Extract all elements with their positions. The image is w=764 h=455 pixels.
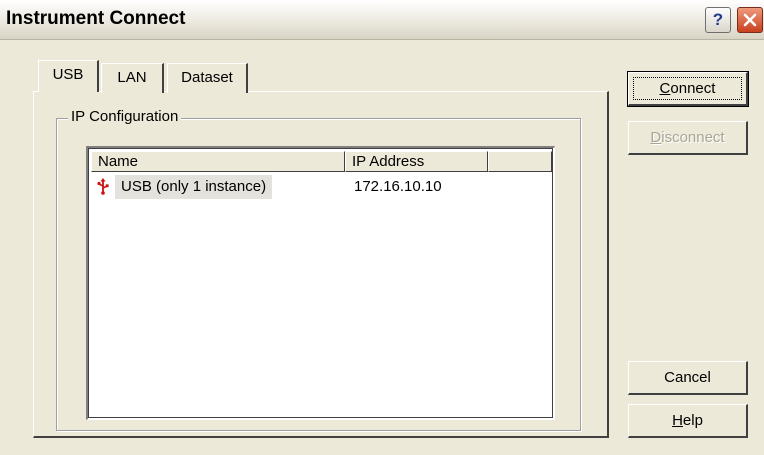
help-button[interactable]: Help xyxy=(628,404,748,438)
instrument-list[interactable]: Name IP Address USB (only 1 instance) 17… xyxy=(86,146,555,420)
focus-rectangle xyxy=(633,77,742,100)
disconnect-mnemonic: D xyxy=(650,129,662,146)
help-label: elp xyxy=(682,412,703,429)
cancel-button[interactable]: Cancel xyxy=(628,361,748,395)
row-ip-address: 172.16.10.10 xyxy=(354,178,442,195)
tab-usb[interactable]: USB xyxy=(38,60,99,92)
tab-lan[interactable]: LAN xyxy=(101,63,164,93)
disconnect-button[interactable]: Disconnect xyxy=(628,121,748,155)
tab-dataset[interactable]: Dataset xyxy=(167,63,248,93)
connect-button[interactable]: Connect xyxy=(627,71,749,107)
help-mnemonic: H xyxy=(672,412,683,429)
list-item[interactable]: USB (only 1 instance) 172.16.10.10 xyxy=(91,175,551,199)
row-name: USB (only 1 instance) xyxy=(115,175,273,199)
close-button[interactable] xyxy=(737,7,763,33)
window-title: Instrument Connect xyxy=(6,8,186,29)
help-titlebar-button[interactable]: ? xyxy=(705,7,731,33)
question-mark-icon: ? xyxy=(712,10,724,29)
usb-icon xyxy=(97,178,109,195)
disconnect-label: isconnect xyxy=(661,129,725,146)
title-bar: Instrument Connect ? xyxy=(0,0,764,40)
column-header-name[interactable]: Name xyxy=(91,151,345,172)
group-label: IP Configuration xyxy=(68,108,182,125)
column-header-empty[interactable] xyxy=(488,151,552,172)
close-icon xyxy=(743,13,757,27)
column-header-ip-address[interactable]: IP Address xyxy=(345,151,488,172)
